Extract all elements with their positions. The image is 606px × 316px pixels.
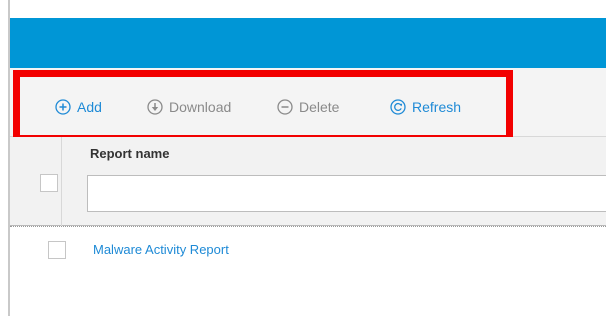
refresh-circle-icon (390, 99, 406, 115)
row-checkbox[interactable] (48, 241, 66, 259)
report-manager-window: Add Download Delete Refresh Report name … (0, 0, 606, 316)
header-bar (10, 18, 606, 68)
toolbar: Add Download Delete Refresh (10, 68, 606, 137)
add-button[interactable]: Add (55, 96, 102, 118)
minus-circle-icon (277, 99, 293, 115)
top-band (10, 0, 606, 19)
refresh-button[interactable]: Refresh (390, 96, 461, 118)
download-circle-icon (147, 99, 163, 115)
plus-circle-icon (55, 99, 71, 115)
download-button[interactable]: Download (147, 96, 231, 118)
refresh-button-label: Refresh (412, 99, 462, 115)
download-button-label: Download (169, 99, 232, 115)
column-divider (61, 137, 62, 226)
report-name-link[interactable]: Malware Activity Report (93, 242, 229, 257)
select-all-checkbox[interactable] (40, 174, 58, 192)
column-header-report-name[interactable]: Report name (90, 146, 169, 161)
report-name-filter-input[interactable] (87, 175, 606, 212)
add-button-label: Add (77, 99, 102, 115)
delete-button[interactable]: Delete (277, 96, 339, 118)
delete-button-label: Delete (299, 99, 340, 115)
row-separator (10, 226, 606, 228)
